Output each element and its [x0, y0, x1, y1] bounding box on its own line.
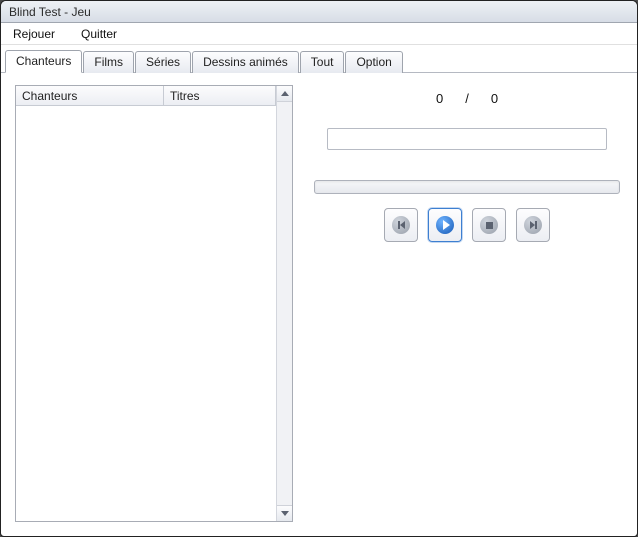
tab-tout[interactable]: Tout [300, 51, 345, 73]
column-header-titres[interactable]: Titres [164, 86, 276, 105]
previous-button[interactable] [384, 208, 418, 242]
menu-rejouer[interactable]: Rejouer [9, 25, 59, 43]
menu-quitter[interactable]: Quitter [77, 25, 121, 43]
answer-input[interactable] [327, 128, 607, 150]
score-separator: / [465, 91, 469, 106]
list-body[interactable] [16, 106, 276, 521]
left-pane: Chanteurs Titres [15, 85, 293, 522]
column-header-chanteurs[interactable]: Chanteurs [16, 86, 164, 105]
tab-option[interactable]: Option [345, 51, 402, 73]
score-current: 0 [436, 91, 443, 106]
play-button[interactable] [428, 208, 462, 242]
menubar: Rejouer Quitter [1, 23, 637, 45]
chevron-up-icon [281, 91, 289, 96]
media-controls [384, 208, 550, 242]
content-area: Chanteurs Titres 0 [1, 73, 637, 536]
scrollbar[interactable] [276, 86, 292, 521]
scroll-down-button[interactable] [277, 505, 292, 521]
titlebar[interactable]: Blind Test - Jeu [1, 1, 637, 23]
play-icon [436, 216, 454, 234]
window-title: Blind Test - Jeu [9, 5, 91, 19]
tab-chanteurs[interactable]: Chanteurs [5, 50, 82, 73]
list-headers: Chanteurs Titres [16, 86, 276, 106]
tab-dessins-animes[interactable]: Dessins animés [192, 51, 299, 73]
next-button[interactable] [516, 208, 550, 242]
progress-bar[interactable] [314, 180, 620, 194]
score-display: 0 / 0 [436, 91, 498, 106]
stop-button[interactable] [472, 208, 506, 242]
skip-forward-icon [524, 216, 542, 234]
listview-wrap: Chanteurs Titres [15, 85, 293, 522]
scroll-up-button[interactable] [277, 86, 292, 102]
tabs: Chanteurs Films Séries Dessins animés To… [1, 45, 637, 73]
app-window: Blind Test - Jeu Rejouer Quitter Chanteu… [0, 0, 638, 537]
track-list[interactable]: Chanteurs Titres [16, 86, 276, 521]
score-total: 0 [491, 91, 498, 106]
chevron-down-icon [281, 511, 289, 516]
right-pane: 0 / 0 [311, 85, 623, 522]
scroll-track[interactable] [277, 102, 292, 505]
tab-series[interactable]: Séries [135, 51, 191, 73]
skip-back-icon [392, 216, 410, 234]
tab-films[interactable]: Films [83, 51, 134, 73]
stop-icon [480, 216, 498, 234]
